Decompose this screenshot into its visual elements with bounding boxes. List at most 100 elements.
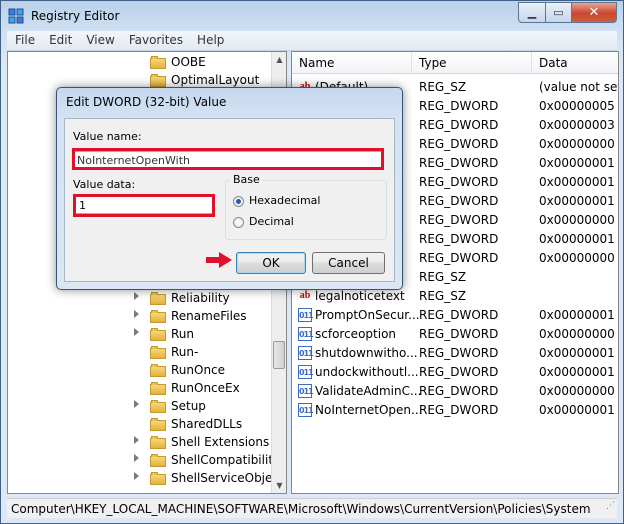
tree-item[interactable]: Reliability: [134, 289, 230, 307]
tree-item[interactable]: SharedDLLs: [150, 415, 242, 433]
value-type: REG_DWORD: [419, 194, 499, 208]
menu-favorites[interactable]: Favorites: [121, 31, 189, 47]
minimize-button[interactable]: ▁: [518, 2, 546, 23]
value-type: REG_DWORD: [419, 327, 499, 341]
value-name: shutdownwitho...: [315, 346, 418, 360]
tree-item[interactable]: RunOnceEx: [150, 379, 240, 397]
tree-item-label: RenameFiles: [171, 309, 247, 323]
expand-arrow-icon[interactable]: [134, 472, 139, 480]
tree-item-label: RunOnceEx: [171, 381, 240, 395]
value-name-label: Value name:: [73, 130, 142, 143]
base-label: Base: [230, 173, 263, 186]
binary-value-icon: 011: [298, 403, 314, 417]
cancel-button[interactable]: Cancel: [312, 252, 385, 274]
folder-icon: [150, 471, 166, 485]
value-data: (value not set): [539, 80, 619, 94]
menu-edit[interactable]: Edit: [41, 31, 78, 47]
folder-icon: [150, 55, 166, 69]
scroll-down-icon[interactable]: ▼: [274, 478, 285, 493]
tree-item-label: OptimalLayout: [171, 73, 260, 87]
resize-grip-icon[interactable]: ⋰: [606, 496, 615, 516]
menu-file[interactable]: File: [7, 31, 41, 47]
tree-item-label: RunOnce: [171, 363, 226, 377]
tree-item[interactable]: Run-: [150, 343, 198, 361]
value-type: REG_DWORD: [419, 175, 499, 189]
value-data: 0x00000000 (0): [539, 251, 618, 265]
folder-icon: [150, 309, 166, 323]
tree-item[interactable]: Setup: [134, 397, 206, 415]
pointer-arrow-icon: [206, 252, 232, 268]
binary-value-icon: 011: [298, 365, 314, 379]
value-data: 0x00000000 (0): [539, 327, 618, 341]
tree-item[interactable]: ShellCompatibility: [134, 451, 281, 469]
column-header-data[interactable]: Data: [532, 52, 618, 74]
ok-button[interactable]: OK: [236, 252, 306, 274]
value-type: REG_DWORD: [419, 156, 499, 170]
value-row[interactable]: 011scforceoption REG_DWORD 0x00000000 (0): [292, 325, 618, 344]
value-data: 0x00000001 (1): [539, 346, 618, 360]
menu-view[interactable]: View: [78, 31, 120, 47]
tree-item-label: Shell Extensions: [171, 435, 270, 449]
column-header-type[interactable]: Type: [412, 52, 532, 74]
binary-value-icon: 011: [298, 327, 314, 341]
value-data: 0x00000001 (1): [539, 232, 618, 246]
tree-item[interactable]: ShellServiceObjectD: [134, 469, 286, 487]
close-button[interactable]: ✕: [572, 2, 617, 23]
expand-arrow-icon[interactable]: [134, 328, 139, 336]
column-header-name[interactable]: Name: [292, 52, 412, 74]
value-data-highlight: [73, 194, 215, 217]
folder-icon: [150, 345, 166, 359]
dialog-body: Value name: NoInternetOpenWith Value dat…: [64, 118, 395, 282]
expand-arrow-icon[interactable]: [134, 454, 139, 462]
value-type: REG_SZ: [419, 270, 467, 284]
tree-item-label: OOBE: [171, 55, 206, 69]
value-type: REG_DWORD: [419, 99, 499, 113]
tree-item-label: Reliability: [171, 291, 230, 305]
tree-item[interactable]: RenameFiles: [134, 307, 247, 325]
tree-item-label: ShellCompatibility: [171, 453, 281, 467]
value-data: 0x00000001 (1): [539, 194, 618, 208]
registry-editor-icon: [8, 8, 24, 24]
maximize-icon: ▭: [553, 6, 564, 19]
expand-arrow-icon[interactable]: [134, 310, 139, 318]
tree-item[interactable]: Run: [134, 325, 195, 343]
decimal-label[interactable]: Decimal: [249, 215, 294, 228]
value-type: REG_DWORD: [419, 251, 499, 265]
hexadecimal-label[interactable]: Hexadecimal: [249, 194, 320, 207]
value-data: 0x00000001 (1): [539, 365, 618, 379]
caption-buttons: ▁ ▭ ✕: [518, 2, 617, 23]
tree-item-label: Run-: [171, 345, 199, 359]
value-row[interactable]: 011PromptOnSecur...REG_DWORD 0x00000001 (…: [292, 306, 618, 325]
value-data: 0x00000005 (5): [539, 99, 618, 113]
value-row[interactable]: 011 NoInternetOpen... REG_DWORD 0x00000001 …: [292, 401, 618, 420]
value-row[interactable]: 011shutdownwitho...REG_DWORD 0x00000001 (…: [292, 344, 618, 363]
decimal-radio[interactable]: [233, 217, 244, 228]
value-type: REG_DWORD: [419, 365, 499, 379]
menu-help[interactable]: Help: [189, 31, 230, 47]
expand-arrow-icon[interactable]: [134, 292, 139, 300]
maximize-button[interactable]: ▭: [546, 2, 572, 23]
value-name: ValidateAdminC...: [315, 384, 422, 398]
tree-item-label: Setup: [171, 399, 206, 413]
value-row[interactable]: 011 undockwithoutl... REG_DWORD 0x00000001 …: [292, 363, 618, 382]
value-data-label: Value data:: [73, 178, 136, 191]
scroll-thumb[interactable]: [273, 341, 285, 369]
string-value-icon: ab: [299, 290, 311, 301]
scroll-up-icon[interactable]: ▲: [274, 52, 285, 67]
tree-item[interactable]: Shell Extensions: [134, 433, 270, 451]
title-bar[interactable]: Registry Editor ▁ ▭ ✕: [1, 1, 623, 31]
folder-icon: [150, 435, 166, 449]
hexadecimal-radio[interactable]: [233, 196, 244, 207]
value-name: legalnoticetext: [315, 289, 405, 303]
expand-arrow-icon[interactable]: [134, 400, 139, 408]
value-type: REG_DWORD: [419, 137, 499, 151]
tree-item-label: Run: [171, 327, 195, 341]
expand-arrow-icon[interactable]: [134, 436, 139, 444]
value-data: 0x00000000 (0): [539, 384, 618, 398]
binary-value-icon: 011: [298, 308, 314, 322]
value-data: 0x00000001 (1): [539, 308, 618, 322]
base-group: Base Hexadecimal Decimal: [225, 173, 387, 240]
value-row[interactable]: 011 ValidateAdminC... REG_DWORD 0x00000000 …: [292, 382, 618, 401]
tree-item[interactable]: RunOnce: [150, 361, 225, 379]
tree-item[interactable]: OOBE: [150, 53, 206, 71]
